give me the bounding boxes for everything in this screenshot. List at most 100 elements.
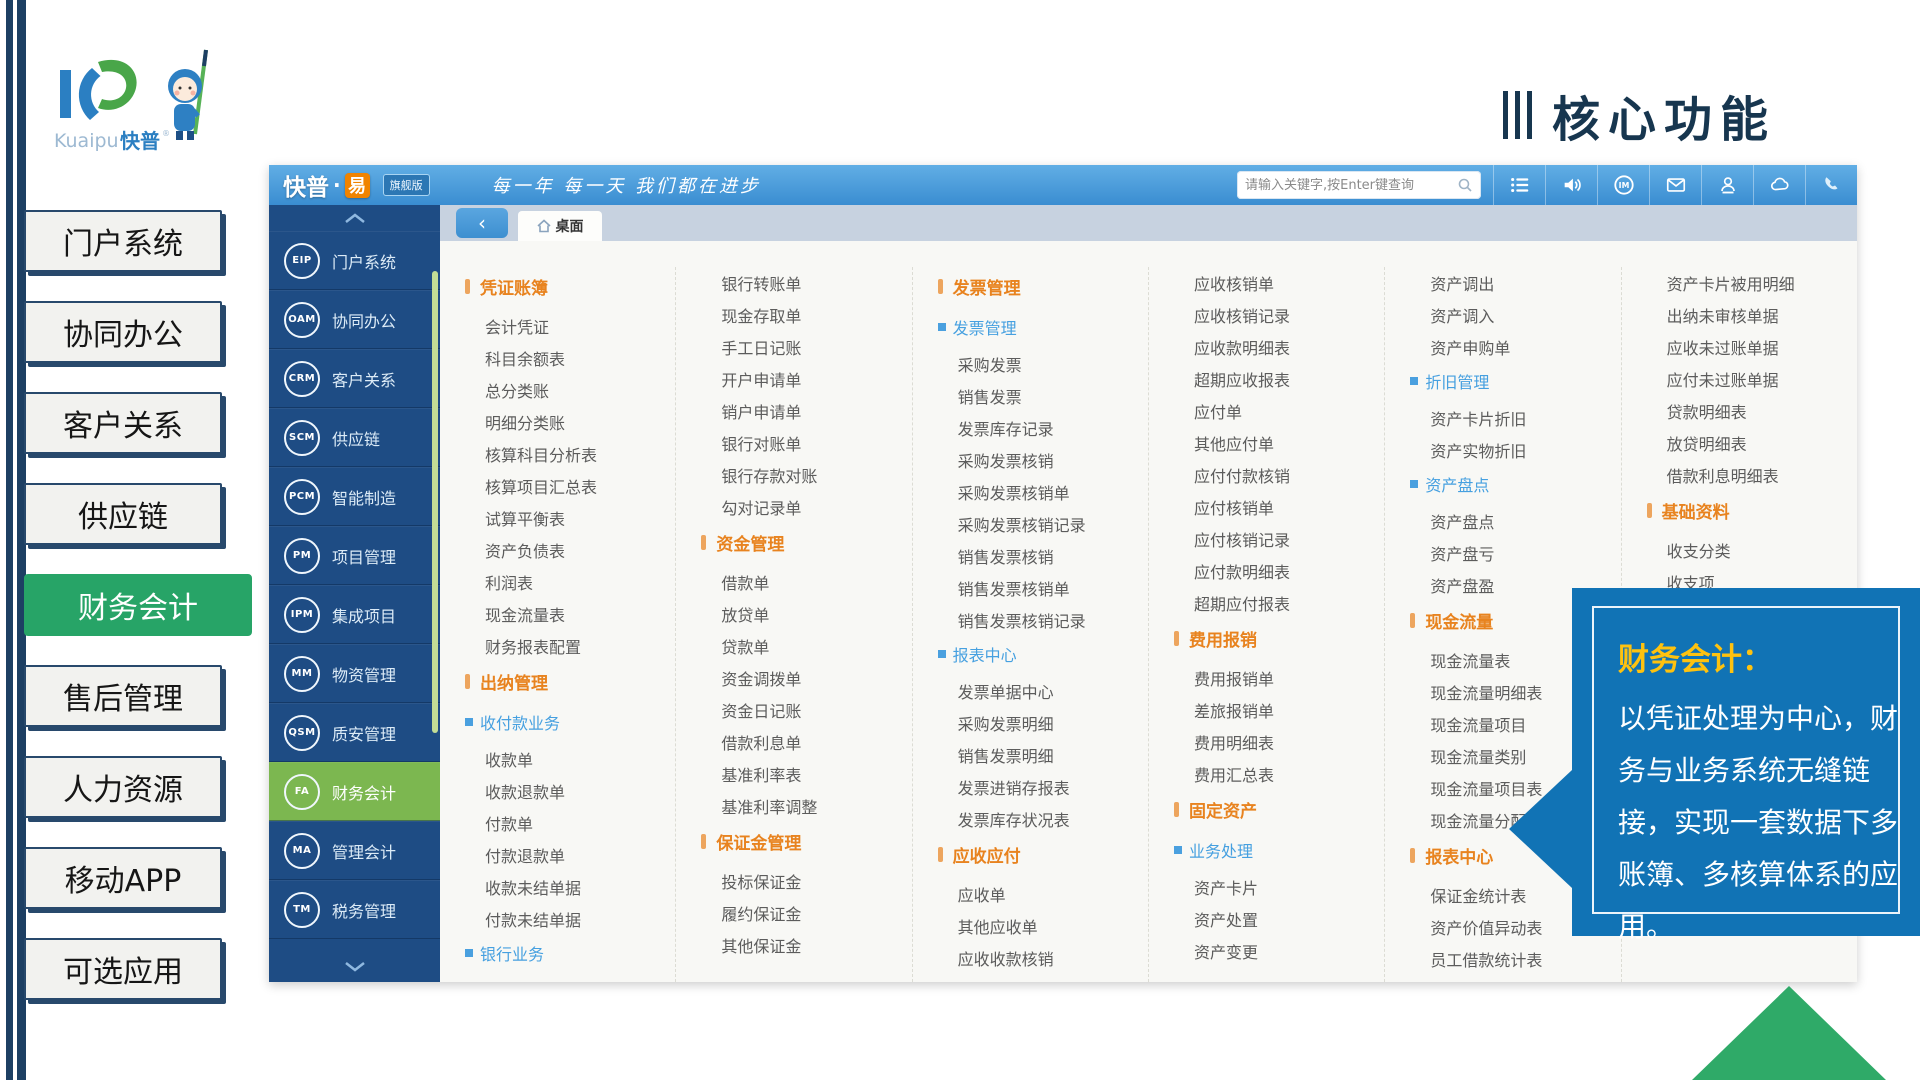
- menu-entry[interactable]: 收款退款单: [470, 775, 675, 807]
- menu-entry[interactable]: 手工日记账: [706, 331, 911, 363]
- menu-entry[interactable]: 贷款单: [706, 630, 911, 662]
- menu-entry[interactable]: 核算科目分析表: [470, 438, 675, 470]
- menu-entry[interactable]: 借款利息单: [706, 726, 911, 758]
- sidebar-module[interactable]: MA 管理会计: [269, 821, 440, 880]
- sidebar-module[interactable]: OAM 协同办公: [269, 290, 440, 349]
- sidebar-module[interactable]: QSM 质安管理: [269, 703, 440, 762]
- menu-entry[interactable]: 保证金管理: [701, 824, 911, 858]
- menu-entry[interactable]: 收款单: [470, 743, 675, 775]
- menu-entry[interactable]: 资产申购单: [1415, 331, 1620, 363]
- menu-entry[interactable]: 核算项目汇总表: [470, 470, 675, 502]
- menu-entry[interactable]: 业务处理: [1174, 833, 1384, 867]
- menu-entry[interactable]: 发票库存状况表: [943, 803, 1148, 835]
- nav-item[interactable]: 售后管理: [24, 665, 222, 727]
- menu-entry[interactable]: 发票进销存报表: [943, 771, 1148, 803]
- menu-entry[interactable]: 资产负债表: [470, 534, 675, 566]
- menu-entry[interactable]: 银行业务: [465, 936, 675, 970]
- nav-item[interactable]: 移动APP: [24, 847, 222, 909]
- menu-entry[interactable]: 应收收款核销: [943, 942, 1148, 974]
- menu-entry[interactable]: 发票库存记录: [943, 412, 1148, 444]
- sidebar-module[interactable]: PM 项目管理: [269, 526, 440, 585]
- menu-entry[interactable]: 其他应收单: [943, 910, 1148, 942]
- menu-entry[interactable]: 银行对账单: [706, 427, 911, 459]
- scroll-down-chevron[interactable]: [269, 954, 440, 980]
- menu-entry[interactable]: 会计凭证: [470, 310, 675, 342]
- menu-entry[interactable]: 资产变更: [1179, 935, 1384, 967]
- search-input[interactable]: [1245, 178, 1457, 193]
- menu-entry[interactable]: 付款单: [470, 807, 675, 839]
- menu-entry[interactable]: 销售发票核销单: [943, 572, 1148, 604]
- list-icon[interactable]: [1493, 165, 1545, 205]
- menu-entry[interactable]: 销售发票明细: [943, 739, 1148, 771]
- menu-entry[interactable]: 采购发票核销: [943, 444, 1148, 476]
- menu-entry[interactable]: 应收未过账单据: [1652, 331, 1857, 363]
- menu-entry[interactable]: 凭证账簿: [465, 269, 675, 303]
- sidebar-module[interactable]: SCM 供应链: [269, 408, 440, 467]
- menu-entry[interactable]: 投标保证金: [706, 865, 911, 897]
- menu-entry[interactable]: 借款利息明细表: [1652, 459, 1857, 491]
- menu-entry[interactable]: 应付款明细表: [1179, 555, 1384, 587]
- menu-entry[interactable]: 资产盘点: [1415, 505, 1620, 537]
- menu-entry[interactable]: 应付付款核销: [1179, 459, 1384, 491]
- menu-entry[interactable]: 基础资料: [1647, 493, 1857, 527]
- menu-entry[interactable]: 收付款业务: [465, 705, 675, 739]
- menu-entry[interactable]: 应收核销记录: [1179, 299, 1384, 331]
- menu-entry[interactable]: 应付未过账单据: [1652, 363, 1857, 395]
- back-button[interactable]: ‹: [456, 208, 508, 238]
- menu-entry[interactable]: 科目余额表: [470, 342, 675, 374]
- nav-item[interactable]: 客户关系: [24, 392, 222, 454]
- menu-entry[interactable]: 资产实物折旧: [1415, 434, 1620, 466]
- menu-entry[interactable]: 履约保证金: [706, 897, 911, 929]
- menu-entry[interactable]: 销售发票核销: [943, 540, 1148, 572]
- menu-entry[interactable]: 应收核销单: [1179, 267, 1384, 299]
- menu-entry[interactable]: 收支分类: [1652, 534, 1857, 566]
- menu-entry[interactable]: 应收应付: [938, 837, 1148, 871]
- tab-desktop[interactable]: 桌面: [518, 211, 602, 241]
- menu-entry[interactable]: 资产盘亏: [1415, 537, 1620, 569]
- sidebar-module[interactable]: EIP 门户系统: [269, 231, 440, 290]
- cloud-icon[interactable]: [1753, 165, 1805, 205]
- menu-entry[interactable]: 放贷单: [706, 598, 911, 630]
- phone-icon[interactable]: [1805, 165, 1857, 205]
- menu-entry[interactable]: 发票管理: [938, 310, 1148, 344]
- menu-entry[interactable]: 放贷明细表: [1652, 427, 1857, 459]
- menu-entry[interactable]: 贷款明细表: [1652, 395, 1857, 427]
- mail-icon[interactable]: [1649, 165, 1701, 205]
- speaker-icon[interactable]: [1545, 165, 1597, 205]
- menu-entry[interactable]: 利润表: [470, 566, 675, 598]
- menu-entry[interactable]: 现金存取单: [706, 299, 911, 331]
- menu-entry[interactable]: 试算平衡表: [470, 502, 675, 534]
- menu-entry[interactable]: 出纳未审核单据: [1652, 299, 1857, 331]
- menu-entry[interactable]: 银行转账单: [706, 267, 911, 299]
- menu-entry[interactable]: 资金管理: [701, 525, 911, 559]
- menu-entry[interactable]: 销售发票核销记录: [943, 604, 1148, 636]
- menu-entry[interactable]: 超期应收报表: [1179, 363, 1384, 395]
- sidebar-module[interactable]: CRM 客户关系: [269, 349, 440, 408]
- menu-entry[interactable]: 资金调拨单: [706, 662, 911, 694]
- menu-entry[interactable]: 报表中心: [938, 637, 1148, 671]
- menu-entry[interactable]: 银行存款对账: [706, 459, 911, 491]
- sidebar-module[interactable]: IPM 集成项目: [269, 585, 440, 644]
- sidebar-module[interactable]: TM 税务管理: [269, 880, 440, 939]
- menu-entry[interactable]: 费用报销: [1174, 621, 1384, 655]
- menu-entry[interactable]: 收款未结单据: [470, 871, 675, 903]
- nav-item[interactable]: 协同办公: [24, 301, 222, 363]
- sidebar-module[interactable]: MM 物资管理: [269, 644, 440, 703]
- menu-entry[interactable]: 采购发票核销记录: [943, 508, 1148, 540]
- menu-entry[interactable]: 资产盘点: [1410, 467, 1620, 501]
- nav-item[interactable]: 供应链: [24, 483, 222, 545]
- menu-entry[interactable]: 总分类账: [470, 374, 675, 406]
- menu-entry[interactable]: 资产卡片: [1179, 871, 1384, 903]
- menu-entry[interactable]: 基准利率表: [706, 758, 911, 790]
- sidebar-scrollbar[interactable]: [432, 271, 438, 733]
- im-icon[interactable]: IM: [1597, 165, 1649, 205]
- menu-entry[interactable]: 勾对记录单: [706, 491, 911, 523]
- menu-entry[interactable]: 超期应付报表: [1179, 587, 1384, 619]
- menu-entry[interactable]: 其他应付单: [1179, 427, 1384, 459]
- menu-entry[interactable]: 付款退款单: [470, 839, 675, 871]
- menu-entry[interactable]: 开户申请单: [706, 363, 911, 395]
- scroll-up-chevron[interactable]: [269, 205, 440, 231]
- menu-entry[interactable]: 基准利率调整: [706, 790, 911, 822]
- menu-entry[interactable]: 资产调入: [1415, 299, 1620, 331]
- menu-entry[interactable]: 折旧管理: [1410, 364, 1620, 398]
